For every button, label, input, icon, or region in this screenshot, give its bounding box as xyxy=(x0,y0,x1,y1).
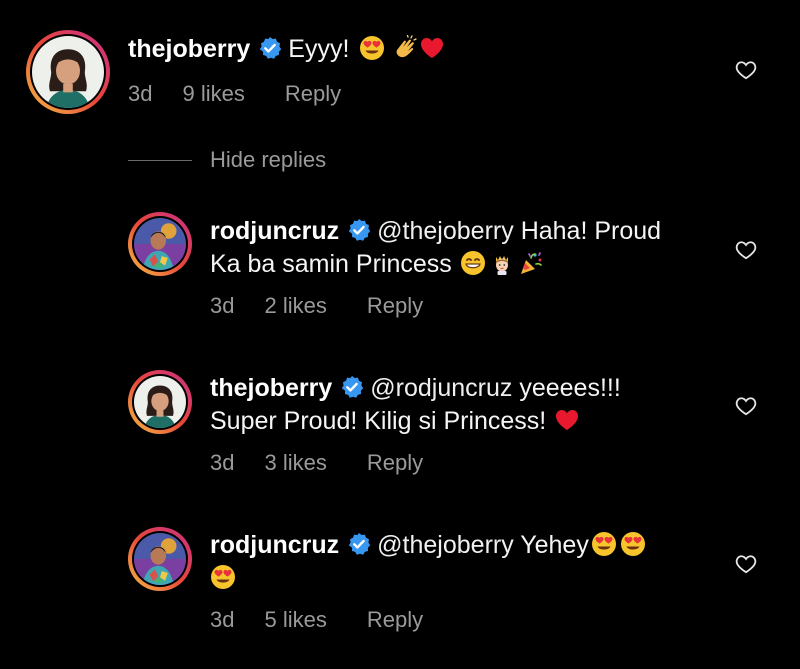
comment-text-line2: Super Proud! Kilig si Princess! xyxy=(210,407,547,435)
comment-meta: 3d 5 likes Reply xyxy=(210,607,423,633)
reply-button[interactable]: Reply xyxy=(367,450,423,476)
comment-text: Eyyy! xyxy=(288,35,350,63)
username[interactable]: rodjuncruz xyxy=(210,217,339,245)
heart-eyes-emoji-icon xyxy=(591,531,617,557)
timestamp: 3d xyxy=(128,81,153,106)
like-heart-icon[interactable] xyxy=(735,554,757,574)
comment-text-line2: Ka ba samin Princess xyxy=(210,250,452,278)
comment-meta: 3d 9 likes Reply xyxy=(128,81,341,107)
verified-badge-icon xyxy=(347,532,371,556)
avatar[interactable] xyxy=(26,30,110,114)
timestamp: 3d xyxy=(210,450,235,475)
comment-meta: 3d 3 likes Reply xyxy=(210,450,423,476)
hide-replies-button[interactable]: Hide replies xyxy=(128,145,326,175)
avatar[interactable] xyxy=(128,370,192,434)
comment-text: yeeees!!! xyxy=(519,374,621,402)
likes-count[interactable]: 3 likes xyxy=(264,450,326,476)
comment-body: thejoberry @rodjuncruz yeeees!!! Super Pr… xyxy=(210,372,621,438)
verified-badge-icon xyxy=(258,36,282,60)
verified-badge-icon xyxy=(347,218,371,242)
comment-text: Haha! Proud xyxy=(520,217,662,245)
avatar-photo xyxy=(134,533,186,585)
like-heart-icon[interactable] xyxy=(735,396,757,416)
verified-badge-icon xyxy=(340,375,364,399)
divider-line xyxy=(128,159,192,161)
clapping-hands-emoji-icon xyxy=(393,35,419,61)
heart-eyes-emoji-icon xyxy=(359,35,385,61)
comment-body: rodjuncruz @thejoberry Yehey xyxy=(210,529,646,595)
heart-eyes-emoji-icon xyxy=(620,531,646,557)
comment-meta: 3d 2 likes Reply xyxy=(210,293,423,319)
reply-button[interactable]: Reply xyxy=(367,293,423,319)
avatar-photo xyxy=(32,36,104,108)
username[interactable]: thejoberry xyxy=(128,35,250,63)
avatar[interactable] xyxy=(128,527,192,591)
timestamp: 3d xyxy=(210,293,235,318)
likes-count[interactable]: 9 likes xyxy=(182,81,244,107)
heart-eyes-emoji-icon xyxy=(210,564,236,590)
username[interactable]: thejoberry xyxy=(210,374,332,402)
grinning-emoji-icon xyxy=(460,250,486,276)
like-heart-icon[interactable] xyxy=(735,240,757,260)
reply-button[interactable]: Reply xyxy=(285,81,341,107)
avatar[interactable] xyxy=(128,212,192,276)
red-heart-emoji-icon xyxy=(419,35,445,61)
likes-count[interactable]: 2 likes xyxy=(264,293,326,319)
hide-replies-label: Hide replies xyxy=(210,147,327,172)
mention-link[interactable]: @thejoberry xyxy=(377,531,514,559)
username[interactable]: rodjuncruz xyxy=(210,531,339,559)
mention-link[interactable]: @thejoberry xyxy=(377,217,514,245)
party-popper-emoji-icon xyxy=(518,250,544,276)
comment-body: thejoberry Eyyy! xyxy=(128,33,445,66)
princess-emoji-icon xyxy=(489,250,515,276)
avatar-photo xyxy=(134,218,186,270)
like-heart-icon[interactable] xyxy=(735,60,757,80)
mention-link[interactable]: @rodjuncruz xyxy=(370,374,512,402)
reply-button[interactable]: Reply xyxy=(367,607,423,633)
likes-count[interactable]: 5 likes xyxy=(264,607,326,633)
timestamp: 3d xyxy=(210,607,235,632)
comment-body: rodjuncruz @thejoberry Haha! Proud Ka ba … xyxy=(210,215,661,281)
comment-text: Yehey xyxy=(520,531,589,559)
red-heart-emoji-icon xyxy=(554,407,580,433)
avatar-photo xyxy=(134,376,186,428)
